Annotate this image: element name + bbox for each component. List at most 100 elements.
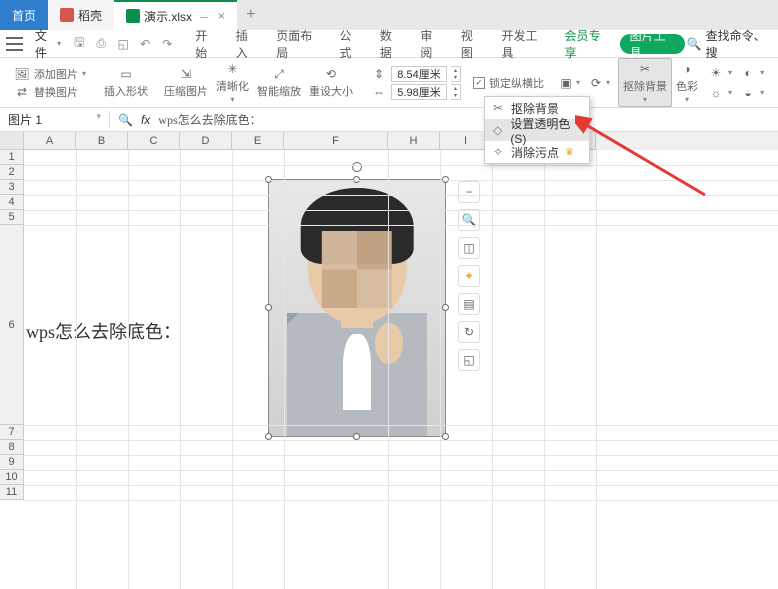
portrait-image [269,180,445,436]
float-ai[interactable]: ✦ [458,265,480,287]
group-size: ⇕▴▾ ⇔▴▾ [365,66,467,100]
select-all-corner[interactable] [0,132,24,150]
width-spinner[interactable]: ▴▾ [451,84,461,100]
color-icon: ◑ [679,61,695,77]
redo-icon[interactable]: ↷ [159,36,175,52]
height-spinner[interactable]: ▴▾ [451,66,461,82]
print-icon[interactable]: ⎙ [93,36,109,52]
quick-access-toolbar: 🖫 ⎙ ◱ ↶ ↷ [71,36,175,52]
float-bg[interactable]: ◱ [458,349,480,371]
close-icon[interactable]: × [218,9,225,23]
reset-size-button[interactable]: ⟲重设大小 [305,66,357,99]
menu-context-picture[interactable]: 图片工具 [620,34,685,54]
row-header-3[interactable]: 3 [0,180,24,195]
minimize-icon[interactable]: – [200,8,208,24]
col-header-D[interactable]: D [180,132,232,150]
row-header-6[interactable]: 6 [0,225,24,425]
contrast-icon[interactable]: ◐ [740,65,756,81]
contrast2-icon[interactable]: ◒ [740,85,756,101]
row-header-11[interactable]: 11 [0,485,24,500]
hamburger-icon[interactable] [6,37,23,51]
reset-size-icon: ⟲ [323,66,339,82]
brightness-icon[interactable]: ☀ [708,65,724,81]
col-header-A[interactable]: A [24,132,76,150]
fx-icon[interactable]: fx [141,113,150,127]
compress-icon: ⇲ [178,66,194,82]
menu-layout[interactable]: 页面布局 [268,30,329,58]
crop-icon[interactable]: ▣ [558,75,574,91]
insert-shape-button[interactable]: ▭插入形状 [100,66,152,99]
replace-picture-label[interactable]: 替换图片 [34,84,78,100]
undo-icon[interactable]: ↶ [137,36,153,52]
color-button[interactable]: ◑色彩▾ [672,61,702,104]
tab-sheet[interactable]: 演示.xlsx–× [114,0,237,30]
resize-handle-se[interactable] [442,433,449,440]
embedded-picture[interactable] [268,179,446,437]
menu-file[interactable]: 文件 ▾ [27,30,69,58]
col-header-C[interactable]: C [128,132,180,150]
dd-set-transparent-label: 设置透明色(S) [510,115,583,146]
lock-ratio-checkbox[interactable]: ✓ [473,77,485,89]
col-header-F[interactable]: F [284,132,388,150]
cells-area[interactable]: wps怎么去除底色： − 🔍 ◫ ✦ ▤ ↻ ◱ [24,150,778,589]
formula-text[interactable]: wps怎么去除底色： [158,111,261,128]
menu-formula[interactable]: 公式 [331,30,370,58]
width-input[interactable] [391,84,447,100]
row-header-5[interactable]: 5 [0,210,24,225]
menu-insert[interactable]: 插入 [228,30,267,58]
group-adjust: ☀▾ ◐▾ ☼▾ ◒▾ [702,65,770,101]
tab-doc-label: 稻壳 [78,7,102,24]
row-header-9[interactable]: 9 [0,455,24,470]
zoom-fx-icon[interactable]: 🔍 [118,113,133,127]
smart-zoom-label: 智能缩放 [257,83,301,99]
float-zoom-out[interactable]: − [458,181,480,203]
sharpen-button[interactable]: ✳清晰化▾ [212,61,253,104]
compress-button[interactable]: ⇲压缩图片 [160,66,212,99]
remove-background-button[interactable]: ✂抠除背景▾ [618,58,672,107]
float-crop[interactable]: ◫ [458,237,480,259]
row-header-8[interactable]: 8 [0,440,24,455]
replace-picture-icon[interactable]: ⇄ [14,84,30,100]
col-header-E[interactable]: E [232,132,284,150]
add-picture-icon[interactable]: 🖼 [14,66,30,82]
color-label: 色彩 [676,78,698,94]
float-zoom-in[interactable]: 🔍 [458,209,480,231]
smart-zoom-button[interactable]: ⤢智能缩放 [253,66,305,99]
menu-review[interactable]: 审阅 [412,30,451,58]
resize-handle-w[interactable] [265,304,272,311]
col-header-B[interactable]: B [76,132,128,150]
row-header-7[interactable]: 7 [0,425,24,440]
dd-set-transparent[interactable]: ◇设置透明色(S) [485,119,589,141]
save-icon[interactable]: 🖫 [71,36,87,52]
menu-dev[interactable]: 开发工具 [493,30,554,58]
resize-handle-sw[interactable] [265,433,272,440]
float-cycle[interactable]: ↻ [458,321,480,343]
menu-view[interactable]: 视图 [453,30,492,58]
resize-handle-s[interactable] [353,433,360,440]
add-picture-label[interactable]: 添加图片 [34,66,78,82]
new-tab-button[interactable]: + [237,6,265,24]
rotate-icon[interactable]: ⟳ [588,75,604,91]
spreadsheet-grid: ABCDEFHIJK 1234567891011 wps怎么去除底色： − 🔍 … [0,132,778,589]
brightness2-icon[interactable]: ☼ [708,85,724,101]
row-header-4[interactable]: 4 [0,195,24,210]
command-search[interactable]: 🔍查找命令、搜 [687,27,772,61]
tab-doc[interactable]: 稻壳 [48,0,114,30]
float-multi[interactable]: ▤ [458,293,480,315]
menu-vip[interactable]: 会员专享 [557,30,618,58]
height-input[interactable] [391,66,447,82]
menu-start[interactable]: 开始 [187,30,226,58]
rotate-handle[interactable] [352,162,362,172]
preview-icon[interactable]: ◱ [115,36,131,52]
row-header-1[interactable]: 1 [0,150,24,165]
lock-ratio-label: 锁定纵横比 [489,75,544,91]
tab-home[interactable]: 首页 [0,0,48,30]
row-header-2[interactable]: 2 [0,165,24,180]
remove-bg-dropdown: ✂抠除背景 ◇设置透明色(S) ✧消除污点♛ [484,96,590,164]
name-box[interactable]: 图片 1▾ [0,111,110,128]
menu-data[interactable]: 数据 [372,30,411,58]
sharpen-icon: ✳ [225,61,241,77]
col-header-H[interactable]: H [388,132,440,150]
resize-handle-e[interactable] [442,304,449,311]
row-header-10[interactable]: 10 [0,470,24,485]
